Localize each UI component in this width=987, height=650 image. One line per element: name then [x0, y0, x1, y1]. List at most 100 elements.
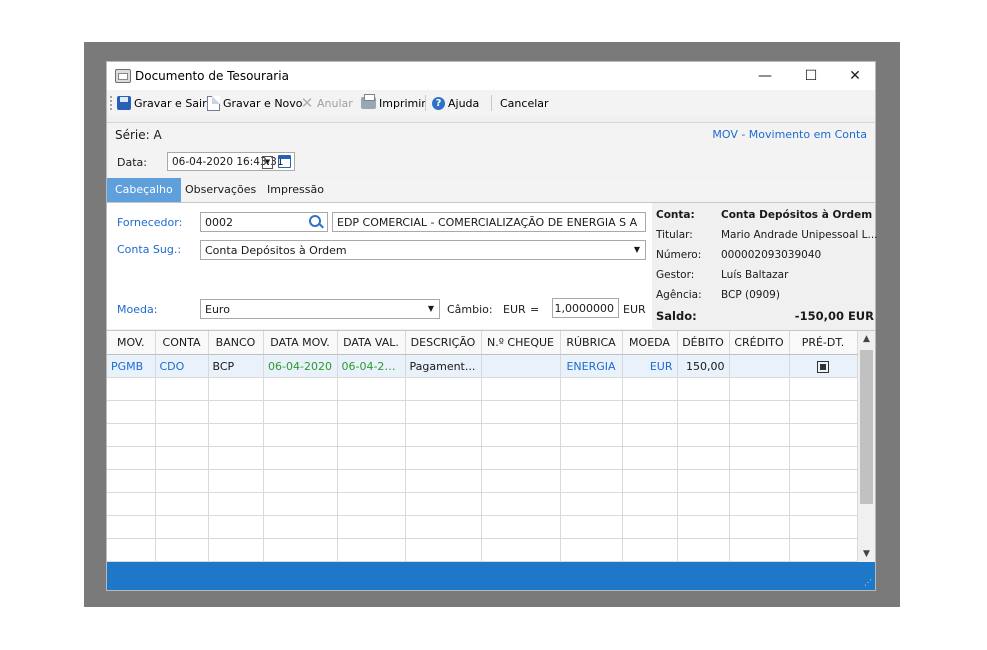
balance-row: Saldo: -150,00 EUR	[656, 309, 874, 327]
movement-type-link[interactable]: MOV - Movimento em Conta	[712, 128, 867, 141]
exchange-rate-input[interactable]: 1,0000000	[552, 298, 619, 318]
tab-impressao[interactable]: Impressão	[259, 178, 332, 202]
vertical-scrollbar[interactable]: ▲ ▼	[858, 331, 875, 563]
account-info-panel: Conta: Conta Depósitos à Ordem Titular: …	[652, 203, 878, 329]
cell-pre-dt[interactable]	[789, 354, 858, 378]
cell-data-val[interactable]: 06-04-20...	[337, 354, 406, 378]
header-form: Fornecedor: 0002 EDP COMERCIAL - COMERCI…	[107, 203, 652, 329]
toolbar-separator	[425, 95, 426, 111]
cell-rubrica[interactable]: ENERGIA	[560, 354, 623, 378]
printer-icon	[361, 94, 376, 109]
table-row[interactable]	[107, 469, 858, 493]
table-row[interactable]	[107, 400, 858, 424]
currency-value: Euro	[205, 303, 230, 316]
table-row[interactable]	[107, 377, 858, 401]
holder-value: Mario Andrade Unipessoal L...	[721, 229, 878, 241]
save-new-label: Gravar e Novo	[223, 96, 303, 110]
cell-credito[interactable]	[729, 354, 790, 378]
cell-debito[interactable]: 150,00	[677, 354, 730, 378]
print-label: Imprimir	[379, 96, 426, 110]
print-button[interactable]: Imprimir	[361, 94, 426, 111]
minimize-button[interactable]: —	[743, 62, 787, 90]
dropdown-arrow-icon[interactable]: ▼	[262, 156, 273, 169]
supplier-name-field[interactable]: EDP COMERCIAL - COMERCIALIZAÇÃO DE ENERG…	[332, 212, 646, 232]
branch-key: Agência:	[656, 289, 702, 301]
close-button[interactable]: ✕	[833, 62, 877, 90]
col-header-rubrica[interactable]: RÚBRICA	[560, 331, 623, 355]
new-document-icon	[207, 95, 220, 111]
table-row[interactable]	[107, 538, 858, 562]
col-header-banco[interactable]: BANCO	[208, 331, 264, 355]
scroll-up-icon[interactable]: ▲	[858, 331, 875, 348]
number-value: 000002093039040	[721, 249, 822, 261]
currency-select[interactable]: Euro ▼	[200, 299, 440, 319]
maximize-button[interactable]: ☐	[789, 62, 833, 90]
branch-value: BCP (0909)	[721, 289, 780, 301]
col-header-credito[interactable]: CRÉDITO	[729, 331, 790, 355]
series-bar: Série: A MOV - Movimento em Conta	[107, 122, 875, 148]
cell-moeda[interactable]: EUR	[622, 354, 678, 378]
grid-header-row: MOV. CONTA BANCO DATA MOV. DATA VAL. DES…	[107, 331, 858, 355]
table-row[interactable]	[107, 515, 858, 539]
chevron-down-icon: ▼	[427, 304, 434, 313]
scroll-down-icon[interactable]: ▼	[858, 546, 875, 563]
help-label: Ajuda	[448, 96, 480, 110]
cell-conta[interactable]: CDO	[155, 354, 209, 378]
help-button[interactable]: ? Ajuda	[432, 95, 479, 111]
save-exit-button[interactable]: Gravar e Sair	[117, 95, 207, 111]
tab-observacoes[interactable]: Observações	[177, 178, 264, 202]
account-label: Conta Sug.:	[117, 243, 182, 256]
col-header-data-mov[interactable]: DATA MOV.	[263, 331, 338, 355]
col-header-conta[interactable]: CONTA	[155, 331, 209, 355]
resize-grip-icon[interactable]: ⋰	[864, 579, 872, 587]
col-header-pre-dt[interactable]: PRÉ-DT.	[789, 331, 858, 355]
toolbar-grip	[110, 96, 114, 110]
table-row[interactable]: PGMB CDO BCP 06-04-2020 06-04-20... Paga…	[107, 354, 858, 378]
balance-value: -150,00 EUR	[794, 309, 874, 323]
date-row: Data: 06-04-2020 16:43:31 ▼	[107, 147, 875, 177]
col-header-cheque[interactable]: N.º CHEQUE	[481, 331, 561, 355]
cell-data-mov[interactable]: 06-04-2020	[263, 354, 338, 378]
treasury-document-window: Documento de Tesouraria — ☐ ✕ Gravar e S…	[106, 61, 878, 591]
movements-grid: MOV. CONTA BANCO DATA MOV. DATA VAL. DES…	[107, 330, 875, 563]
table-row[interactable]	[107, 423, 858, 447]
search-icon[interactable]	[309, 215, 321, 227]
cell-cheque[interactable]	[481, 354, 561, 378]
cell-descricao[interactable]: Pagament...	[405, 354, 482, 378]
scroll-thumb[interactable]	[860, 350, 873, 504]
cell-banco[interactable]: BCP	[208, 354, 264, 378]
checkbox-checked-icon[interactable]	[817, 360, 829, 373]
cell-mov[interactable]: PGMB	[107, 354, 156, 378]
cancel-button[interactable]: Cancelar	[500, 95, 549, 111]
save-new-button[interactable]: Gravar e Novo	[207, 95, 303, 111]
calendar-icon[interactable]	[278, 155, 291, 168]
exchange-rate-value: 1,0000000	[554, 302, 615, 315]
supplier-label: Fornecedor:	[117, 216, 183, 229]
window-title: Documento de Tesouraria	[135, 69, 289, 83]
col-header-descricao[interactable]: DESCRIÇÃO	[405, 331, 482, 355]
x-cross-icon: ✕	[300, 94, 314, 112]
help-icon: ?	[432, 96, 445, 110]
void-label: Anular	[317, 96, 353, 110]
tab-strip: Cabeçalho Observações Impressão	[107, 178, 875, 203]
exchange-equals: =	[530, 303, 540, 316]
table-row[interactable]	[107, 492, 858, 516]
col-header-debito[interactable]: DÉBITO	[677, 331, 730, 355]
manager-value: Luís Baltazar	[721, 269, 789, 281]
movements-table: MOV. CONTA BANCO DATA MOV. DATA VAL. DES…	[107, 331, 858, 562]
toolbar: Gravar e Sair Gravar e Novo ✕ Anular Imp…	[107, 90, 875, 116]
col-header-moeda[interactable]: MOEDA	[622, 331, 678, 355]
tab-cabecalho[interactable]: Cabeçalho	[107, 178, 181, 202]
save-exit-label: Gravar e Sair	[134, 96, 207, 110]
cancel-label: Cancelar	[500, 96, 549, 110]
col-header-mov[interactable]: MOV.	[107, 331, 156, 355]
void-button[interactable]: ✕ Anular	[300, 95, 353, 111]
currency-label: Moeda:	[117, 303, 158, 316]
table-row[interactable]	[107, 446, 858, 470]
app-icon	[115, 69, 131, 83]
account-select[interactable]: Conta Depósitos à Ordem ▼	[200, 240, 646, 260]
exchange-base-currency: EUR	[623, 303, 646, 316]
date-picker[interactable]: 06-04-2020 16:43:31 ▼	[167, 152, 295, 171]
supplier-code-input[interactable]: 0002	[200, 212, 328, 232]
col-header-data-val[interactable]: DATA VAL.	[337, 331, 406, 355]
